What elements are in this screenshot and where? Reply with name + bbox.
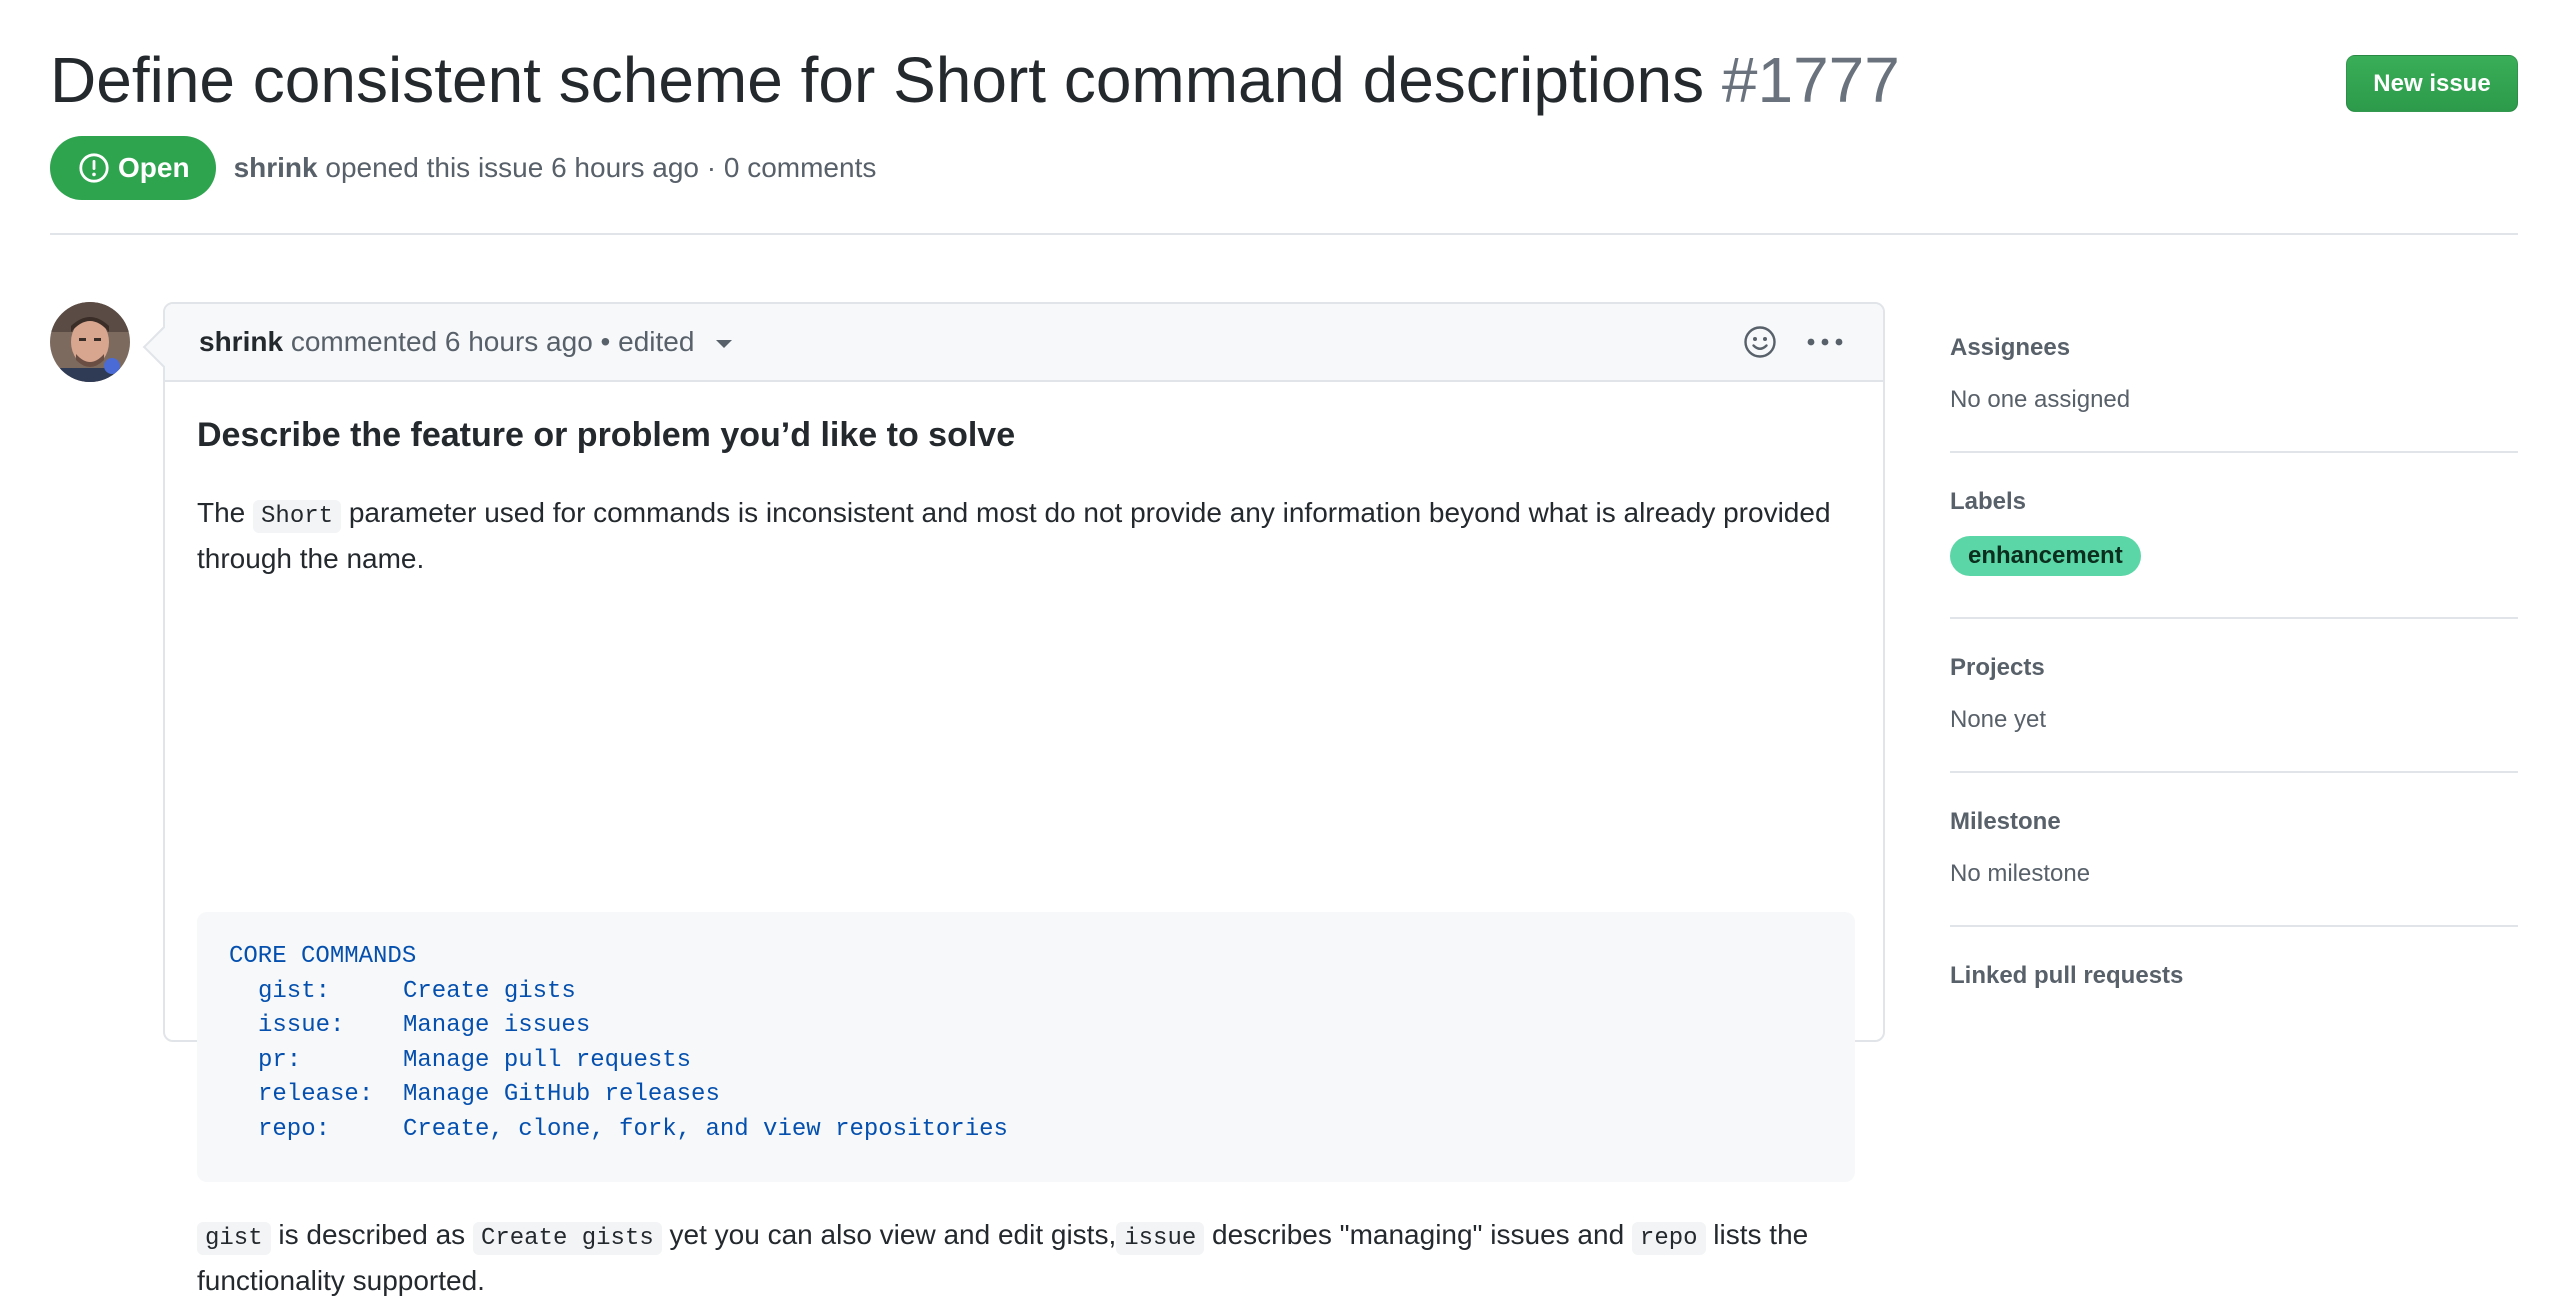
issue-opened-icon [79,153,109,183]
caret-down-icon[interactable] [716,339,733,348]
issue-author-link[interactable]: shrink [234,152,318,183]
issue-meta-detail: opened this issue 6 hours ago · 0 commen… [325,152,877,183]
sidebar-labels-heading[interactable]: Labels [1950,488,2026,516]
issue-meta-text: shrink opened this issue 6 hours ago · 0… [234,152,877,184]
sidebar-divider [1950,771,2518,773]
inline-code-gist: gist [197,1222,271,1255]
sidebar-linked-prs-heading[interactable]: Linked pull requests [1950,962,2183,990]
comment-meta[interactable]: commented 6 hours ago • edited [291,326,695,357]
sidebar-assignees-value: No one assigned [1950,386,2131,413]
inline-code-issue: issue [1116,1222,1205,1255]
comment-heading: Describe the feature or problem you’d li… [197,416,1016,454]
code-block-title: CORE COMMANDS [229,943,417,970]
issue-meta: Open shrink opened this issue 6 hours ag… [50,136,876,200]
issue-title: Define consistent scheme for Short comma… [50,38,1900,122]
para1-text-pre: The [197,497,254,528]
issue-number: #1777 [1721,44,1900,116]
code-row: release: Manage GitHub releases [229,1078,1823,1113]
inline-code-short: Short [253,500,342,533]
sidebar-milestone-value: No milestone [1950,860,2091,887]
avatar-image [50,302,130,382]
code-row: issue: Manage issues [229,1009,1823,1044]
state-label: Open [118,152,190,183]
code-row-cmd: release: [258,1081,374,1108]
code-row-cmd: issue: [258,1012,345,1039]
label-enhancement[interactable]: enhancement [1950,536,2141,576]
comment-header: shrink commented 6 hours ago • edited [165,304,1883,382]
code-row: pr: Manage pull requests [229,1044,1823,1079]
para1-text-post: parameter used for commands is inconsist… [197,497,1831,574]
inline-code-create-gists: Create gists [472,1222,662,1255]
sidebar-assignees-heading[interactable]: Assignees [1950,334,2070,362]
inline-code-repo: repo [1631,1222,1706,1255]
header-divider [50,233,2518,235]
state-badge: Open [50,136,216,200]
sidebar-divider [1950,925,2518,927]
issue-title-text: Define consistent scheme for Short comma… [50,44,1705,116]
code-row-cmd: gist: [258,977,331,1005]
code-row: repo: Create, clone, fork, and view repos… [229,1113,1823,1148]
code-row-desc: Create gists [403,977,576,1005]
para2-text-3: describes "managing" issues and [1204,1219,1632,1250]
comment-actions [1743,304,1843,380]
code-row-cmd: repo: [258,1115,331,1143]
comment-author-link[interactable]: shrink [199,326,283,357]
code-row-desc: Create, clone, fork, and view repositori… [403,1115,1008,1143]
sidebar-projects-value: None yet [1950,706,2047,733]
smiley-icon[interactable] [1743,325,1777,359]
sidebar-projects-heading[interactable]: Projects [1950,654,2045,682]
comment-box: shrink commented 6 hours ago • edited De… [163,302,1885,1296]
comment-paragraph-2: gist is described as Create gists yet yo… [197,1214,1855,1302]
comment-paragraph-1: The Short parameter used for commands is… [197,492,1855,580]
code-row-desc: Manage GitHub releases [403,1081,720,1108]
code-block: CORE COMMANDS gist: Create gists issue: Ma… [197,912,1855,1182]
para2-text-2: yet you can also view and edit gists, [661,1219,1117,1250]
sidebar-divider [1950,451,2518,453]
kebab-horizontal-icon[interactable] [1807,337,1843,347]
avatar[interactable] [50,302,130,382]
sidebar-milestone-heading[interactable]: Milestone [1950,808,2061,836]
code-row-desc: Manage pull requests [403,1046,692,1074]
code-row-desc: Manage issues [403,1012,591,1039]
para2-text-1: is described as [270,1219,473,1250]
new-issue-button[interactable]: New issue [2346,55,2518,112]
code-row: gist: Create gists [229,975,1823,1010]
sidebar-divider [1950,617,2518,619]
code-row-cmd: pr: [258,1046,302,1074]
comment-header-text: shrink commented 6 hours ago • edited [199,326,733,358]
